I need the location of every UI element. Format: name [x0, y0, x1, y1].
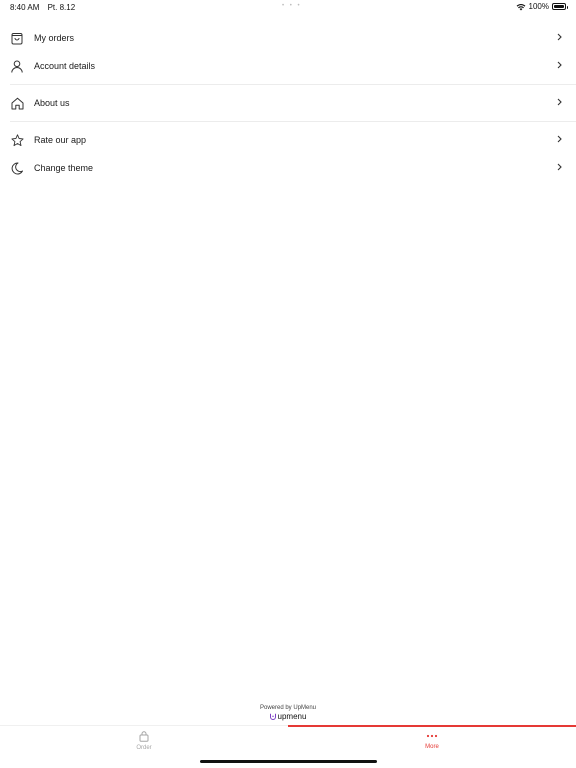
upmenu-logo-text: upmenu — [277, 712, 307, 721]
chevron-right-icon — [557, 163, 562, 171]
person-icon — [10, 58, 24, 74]
status-bar: 8:40 AM Pt. 8.12 • • • 100% — [0, 0, 576, 16]
menu-item-rate-our-app[interactable]: Rate our app — [0, 126, 576, 154]
upmenu-logo-icon — [269, 713, 276, 720]
active-tab-indicator — [288, 725, 576, 727]
status-time-date: 8:40 AM Pt. 8.12 — [10, 3, 81, 12]
menu-item-label: Rate our app — [34, 135, 87, 145]
chevron-right-icon — [557, 98, 562, 106]
multitask-dots-icon[interactable]: • • • — [282, 3, 302, 9]
status-indicators: 100% — [516, 2, 568, 11]
menu-item-label: My orders — [34, 33, 75, 43]
tab-more[interactable]: More — [288, 731, 576, 759]
tab-order[interactable]: Order — [0, 731, 288, 759]
battery-icon — [552, 3, 568, 10]
wifi-icon — [516, 3, 525, 10]
menu-item-change-theme[interactable]: Change theme — [0, 154, 576, 182]
chevron-right-icon — [557, 135, 562, 143]
menu-item-label: Account details — [34, 61, 96, 71]
divider — [10, 84, 576, 85]
menu-item-label: About us — [34, 98, 70, 108]
divider — [10, 121, 576, 122]
menu-item-about-us[interactable]: About us — [0, 89, 576, 117]
star-icon — [10, 132, 24, 148]
menu-item-label: Change theme — [34, 163, 94, 173]
powered-by-text: Powered by UpMenu — [259, 705, 317, 711]
more-dots-icon — [426, 734, 438, 738]
tabbar-border — [0, 725, 288, 726]
bag-icon — [10, 30, 24, 46]
status-time: 8:40 AM — [10, 3, 40, 12]
home-icon — [10, 95, 24, 111]
upmenu-logo[interactable]: upmenu — [0, 712, 576, 721]
chevron-right-icon — [557, 61, 562, 69]
battery-fill — [554, 5, 564, 8]
menu-item-my-orders[interactable]: My orders — [0, 24, 576, 52]
menu-item-account-details[interactable]: Account details — [0, 52, 576, 80]
home-indicator[interactable] — [200, 760, 377, 763]
bag-lock-icon — [139, 731, 149, 742]
battery-percent: 100% — [528, 2, 549, 11]
moon-icon — [10, 160, 24, 176]
tab-label: Order — [136, 745, 152, 751]
more-menu: My orders Account details About us Rate … — [0, 24, 576, 182]
status-date: Pt. 8.12 — [47, 3, 76, 12]
tab-label: More — [425, 744, 439, 750]
chevron-right-icon — [557, 33, 562, 41]
